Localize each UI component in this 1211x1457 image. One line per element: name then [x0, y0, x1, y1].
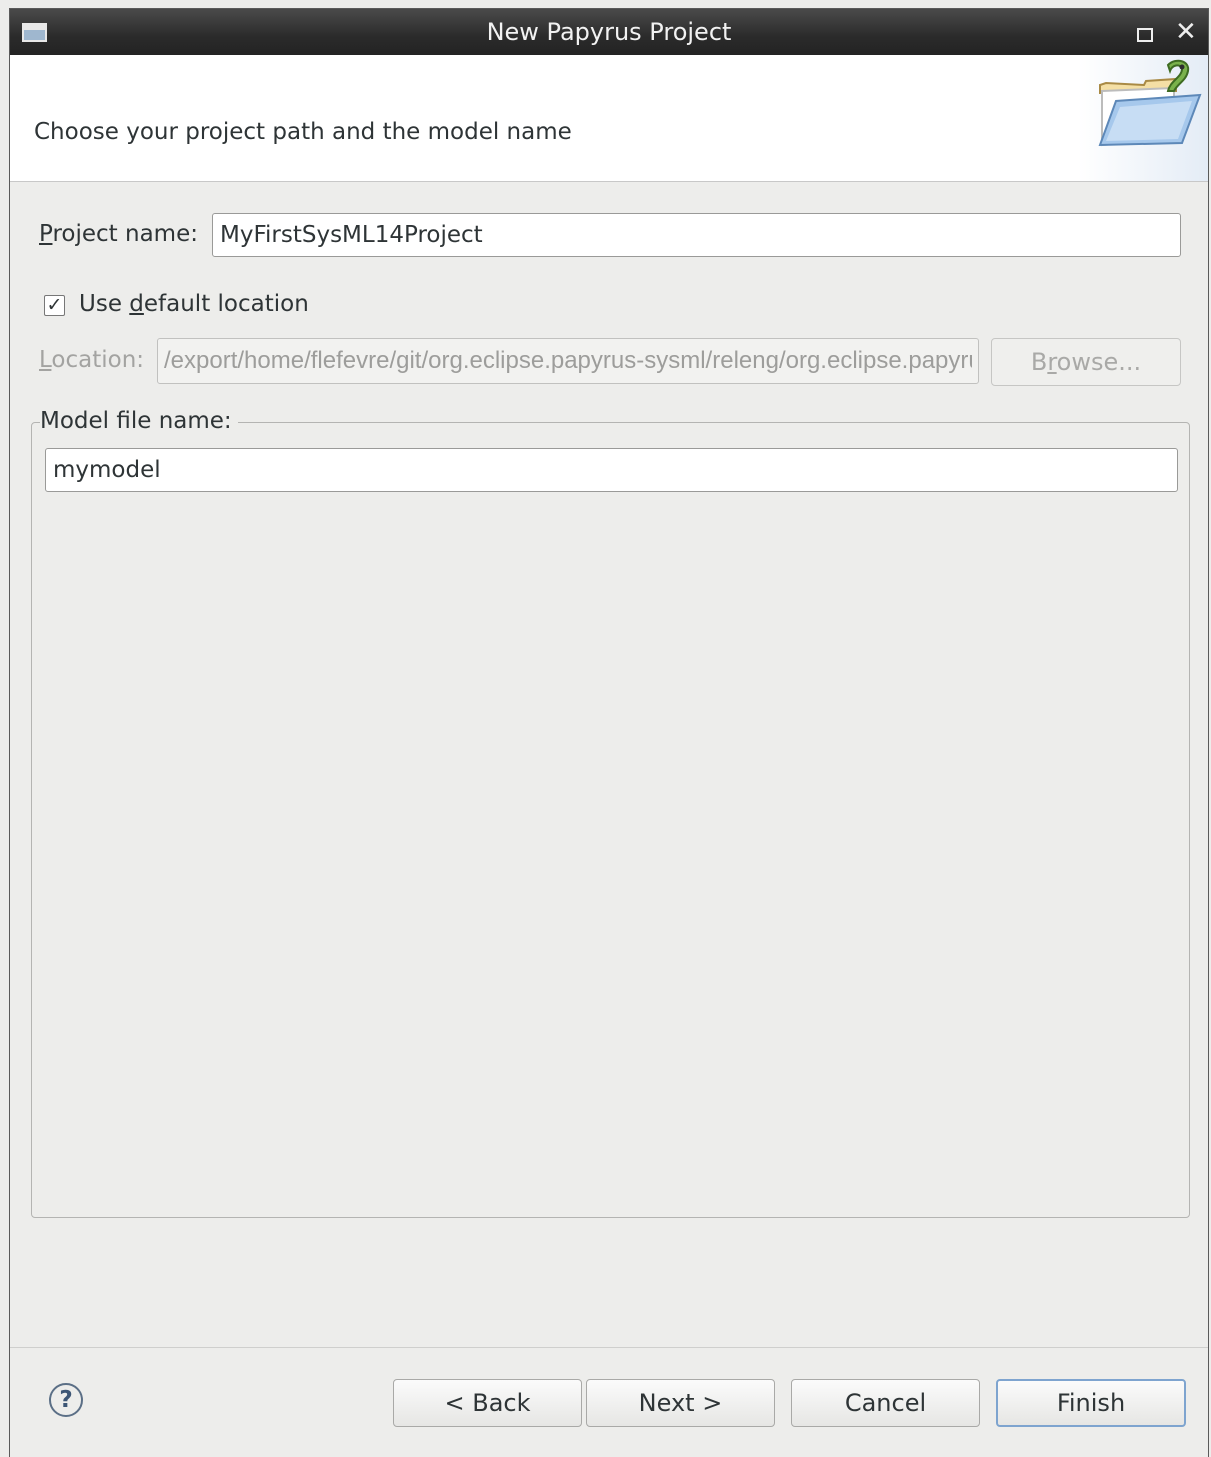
help-icon[interactable]: ?	[49, 1383, 83, 1417]
finish-button[interactable]: Finish	[996, 1379, 1186, 1427]
use-default-location-prefix: Use	[79, 291, 130, 317]
browse-rest: owse...	[1056, 348, 1142, 376]
window-title: New Papyrus Project	[486, 18, 732, 46]
model-file-name-label: Model file name:	[40, 408, 238, 434]
project-name-label: Project name:	[39, 221, 198, 247]
location-label-text: ocation:	[51, 347, 145, 373]
new-papyrus-project-dialog: New Papyrus Project ✕ Choose your projec…	[9, 8, 1209, 1457]
maximize-icon[interactable]	[1137, 28, 1153, 42]
location-label: Location:	[39, 347, 144, 373]
browse-prefix: B	[1030, 348, 1048, 376]
browse-button: Browse...	[991, 338, 1181, 386]
folder-icon	[1098, 59, 1202, 147]
use-default-location-label[interactable]: Use default location	[79, 291, 309, 317]
model-file-name-group: Model file name:	[31, 408, 1190, 1218]
footer-separator	[10, 1347, 1208, 1348]
location-mnemonic: L	[39, 347, 52, 373]
use-default-location-mnemonic: d	[129, 291, 144, 317]
project-name-label-text: roject name:	[52, 221, 198, 247]
browse-mnemonic: r	[1047, 348, 1057, 376]
cancel-button[interactable]: Cancel	[791, 1379, 980, 1427]
close-icon[interactable]: ✕	[1175, 19, 1197, 45]
title-bar[interactable]: New Papyrus Project ✕	[10, 9, 1208, 55]
project-name-input[interactable]	[212, 213, 1181, 257]
wizard-banner: Choose your project path and the model n…	[10, 55, 1208, 182]
location-input	[157, 338, 979, 384]
wizard-message: Choose your project path and the model n…	[34, 119, 572, 145]
project-name-mnemonic: P	[39, 221, 53, 247]
model-file-name-input[interactable]	[45, 448, 1178, 492]
use-default-location-rest: efault location	[143, 291, 309, 317]
back-button[interactable]: < Back	[393, 1379, 582, 1427]
use-default-location-checkbox[interactable]: ✓	[44, 295, 65, 316]
next-button[interactable]: Next >	[586, 1379, 775, 1427]
banner-art	[1078, 55, 1208, 181]
